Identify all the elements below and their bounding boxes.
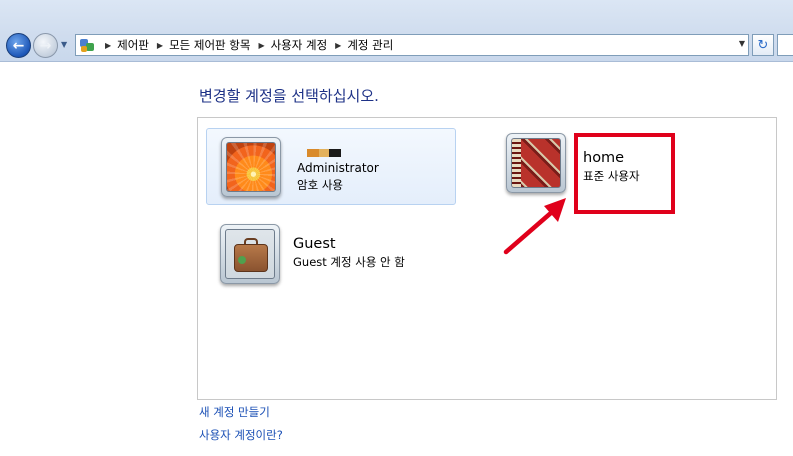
forward-button[interactable]: → bbox=[33, 33, 58, 58]
flower-picture-icon bbox=[226, 142, 276, 192]
account-picture-frame bbox=[221, 137, 281, 197]
account-picture-frame bbox=[506, 133, 566, 193]
back-button[interactable]: ← bbox=[6, 33, 31, 58]
address-bar[interactable]: ▶ 제어판 ▶ 모든 제어판 항목 ▶ 사용자 계정 ▶ 계정 관리 ▼ bbox=[75, 34, 749, 56]
arrow-left-icon: ← bbox=[12, 37, 25, 54]
account-administrator[interactable]: Administrator 암호 사용 bbox=[206, 128, 456, 205]
redacted-name-block bbox=[297, 149, 379, 157]
breadcrumb-manage-accounts[interactable]: 계정 관리 bbox=[347, 37, 393, 53]
suitcase-picture-icon bbox=[225, 229, 275, 279]
control-panel-icon bbox=[79, 37, 97, 53]
account-info: Guest Guest 계정 사용 안 함 bbox=[293, 236, 405, 270]
refresh-icon: ↻ bbox=[757, 37, 769, 53]
address-dropdown-icon[interactable]: ▼ bbox=[739, 39, 745, 48]
breadcrumb-separator-icon[interactable]: ▶ bbox=[335, 41, 341, 50]
refresh-button[interactable]: ↻ bbox=[752, 34, 774, 56]
account-status: Guest 계정 사용 안 함 bbox=[293, 255, 405, 269]
breadcrumb-all-items[interactable]: 모든 제어판 항목 bbox=[169, 37, 250, 53]
rug-picture-icon bbox=[511, 138, 561, 188]
account-guest[interactable]: Guest Guest 계정 사용 안 함 bbox=[220, 224, 405, 284]
recent-pages-dropdown[interactable]: ▼ bbox=[61, 40, 71, 50]
account-info: Administrator 암호 사용 bbox=[297, 129, 379, 193]
breadcrumb-control-panel[interactable]: 제어판 bbox=[117, 37, 149, 53]
annotation-highlight-box bbox=[574, 133, 675, 214]
breadcrumb-separator-icon[interactable]: ▶ bbox=[157, 41, 163, 50]
account-name: Administrator bbox=[297, 161, 379, 175]
account-status: 암호 사용 bbox=[297, 178, 343, 192]
account-name: Guest bbox=[293, 236, 336, 252]
page-title: 변경할 계정을 선택하십시오. bbox=[199, 87, 379, 105]
account-picture-frame bbox=[220, 224, 280, 284]
breadcrumb-separator-icon[interactable]: ▶ bbox=[105, 41, 111, 50]
annotation-arrow-icon bbox=[503, 198, 566, 255]
navigation-bar: ← → ▼ ▶ 제어판 ▶ 모든 제어판 항목 ▶ 사용자 계정 ▶ 계정 관리… bbox=[0, 0, 793, 62]
what-is-account-link[interactable]: 사용자 계정이란? bbox=[199, 427, 283, 443]
arrow-right-icon: → bbox=[39, 37, 52, 54]
search-box[interactable] bbox=[777, 34, 793, 56]
breadcrumb-separator-icon[interactable]: ▶ bbox=[258, 41, 264, 50]
breadcrumb-user-accounts[interactable]: 사용자 계정 bbox=[271, 37, 328, 53]
create-account-link[interactable]: 새 계정 만들기 bbox=[199, 404, 270, 420]
